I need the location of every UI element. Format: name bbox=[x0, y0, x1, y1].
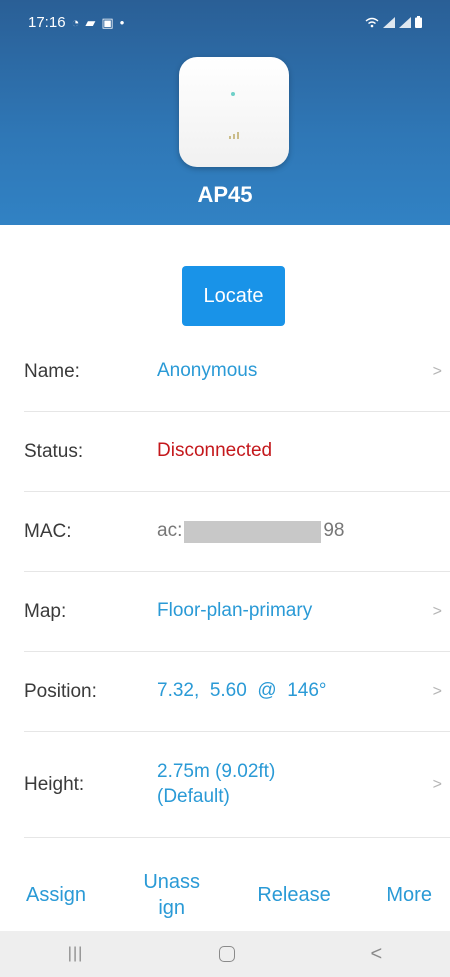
status-bar: 17:16 ◔ ▰ ▣ • bbox=[0, 0, 450, 44]
access-point-image bbox=[179, 57, 289, 167]
chevron-right-icon: > bbox=[432, 362, 442, 380]
system-nav-bar: ||| < bbox=[0, 931, 450, 977]
device-led-icon bbox=[231, 92, 235, 96]
back-icon[interactable]: < bbox=[370, 943, 382, 966]
device-header: 17:16 ◔ ▰ ▣ • AP45 bbox=[0, 0, 450, 225]
chevron-right-icon: > bbox=[432, 602, 442, 620]
mac-redaction bbox=[184, 520, 322, 543]
signal-icon bbox=[383, 16, 395, 28]
property-row-mac: MAC: ac: 98 bbox=[24, 492, 450, 572]
property-row-status: Status: Disconnected bbox=[24, 412, 450, 492]
device-title: AP45 bbox=[197, 182, 253, 207]
property-row-name[interactable]: Name: Anonymous > bbox=[24, 332, 450, 412]
position-label: Position: bbox=[24, 680, 97, 702]
status-label: Status: bbox=[24, 440, 84, 462]
device-signal-icon bbox=[229, 132, 239, 139]
chevron-right-icon: > bbox=[432, 775, 442, 793]
device-properties: Name: Anonymous > Status: Disconnected M… bbox=[0, 332, 450, 838]
battery-icon bbox=[415, 16, 422, 28]
mac-suffix: 98 bbox=[323, 520, 345, 542]
property-row-map[interactable]: Map: Floor-plan-primary > bbox=[24, 572, 450, 652]
mac-label: MAC: bbox=[24, 520, 72, 542]
name-label: Name: bbox=[24, 360, 80, 382]
wifi-icon bbox=[365, 17, 379, 27]
status-time: 17:16 bbox=[28, 13, 66, 31]
mac-prefix: ac: bbox=[157, 520, 183, 542]
message-icon: ▰ bbox=[85, 14, 96, 30]
locate-button[interactable]: Locate bbox=[182, 266, 285, 326]
gallery-icon: ▣ bbox=[101, 14, 114, 30]
unassign-button[interactable]: Unassign bbox=[142, 869, 202, 921]
map-value: Floor-plan-primary bbox=[157, 600, 313, 622]
property-row-height[interactable]: Height: 2.75m (9.02ft) (Default) > bbox=[24, 732, 450, 838]
chevron-right-icon: > bbox=[432, 682, 442, 700]
action-bar: Assign Unassign Release More bbox=[0, 858, 450, 931]
dot-icon: • bbox=[119, 14, 125, 30]
height-value: 2.75m (9.02ft) (Default) bbox=[157, 760, 276, 807]
mac-value: ac: 98 bbox=[157, 519, 450, 544]
height-label: Height: bbox=[24, 773, 85, 795]
whatsapp-icon: ◔ bbox=[71, 14, 80, 30]
property-row-position[interactable]: Position: 7.32, 5.60 @ 146° > bbox=[24, 652, 450, 732]
assign-button[interactable]: Assign bbox=[26, 882, 86, 908]
signal-icon bbox=[399, 16, 411, 28]
map-label: Map: bbox=[24, 600, 67, 622]
recent-apps-icon[interactable]: ||| bbox=[68, 945, 83, 963]
home-icon[interactable] bbox=[218, 946, 235, 962]
more-button[interactable]: More bbox=[386, 882, 432, 908]
name-value: Anonymous bbox=[157, 360, 258, 382]
release-button[interactable]: Release bbox=[257, 882, 330, 908]
status-value: Disconnected bbox=[157, 440, 273, 462]
position-value: 7.32, 5.60 @ 146° bbox=[157, 680, 327, 702]
